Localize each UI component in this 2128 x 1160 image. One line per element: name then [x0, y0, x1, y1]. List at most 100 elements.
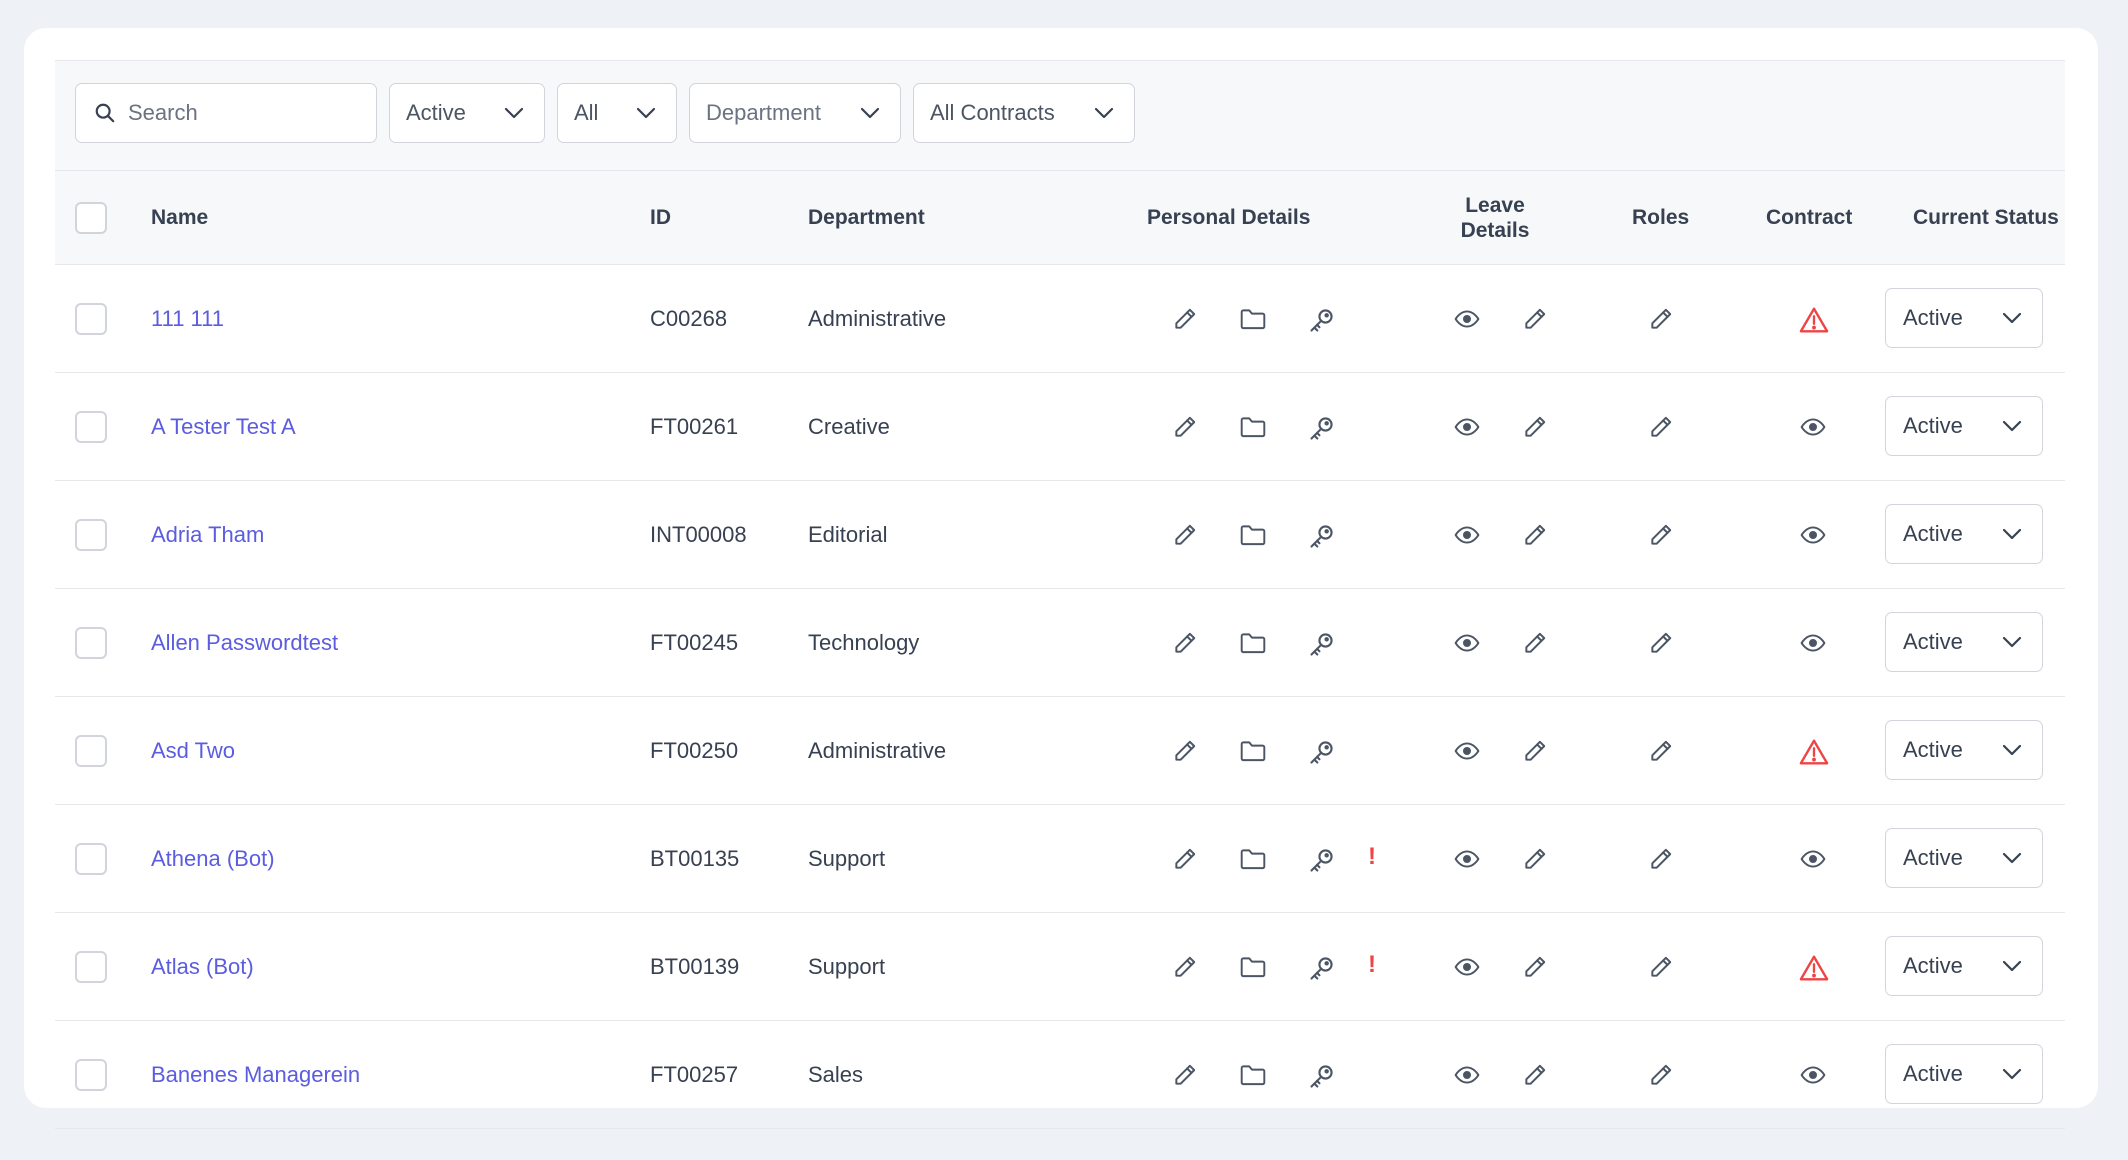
current-status-select[interactable]: Active: [1885, 396, 2043, 456]
view-leave-details-icon[interactable]: [1453, 630, 1480, 656]
view-leave-details-icon[interactable]: [1453, 738, 1480, 764]
current-status-select[interactable]: Active: [1885, 936, 2043, 996]
contract-warning-icon[interactable]: [1799, 954, 1829, 981]
department-filter-select[interactable]: Department: [689, 83, 901, 143]
view-contract-icon[interactable]: [1799, 522, 1826, 548]
contracts-filter-select[interactable]: All Contracts: [913, 83, 1135, 143]
search-icon: [76, 102, 116, 124]
key-icon[interactable]: [1308, 630, 1334, 656]
folder-icon[interactable]: [1239, 522, 1266, 548]
current-status-select[interactable]: Active: [1885, 720, 2043, 780]
status-filter-select[interactable]: Active: [389, 83, 545, 143]
edit-leave-details-icon[interactable]: [1522, 522, 1548, 548]
edit-personal-details-icon[interactable]: [1172, 306, 1198, 332]
employee-name-link[interactable]: A Tester Test A: [151, 373, 296, 481]
edit-roles-icon[interactable]: [1648, 738, 1674, 764]
key-icon[interactable]: [1308, 306, 1334, 332]
row-checkbox[interactable]: [75, 411, 107, 443]
folder-icon[interactable]: [1239, 630, 1266, 656]
edit-leave-details-icon[interactable]: [1522, 306, 1548, 332]
edit-leave-details-icon[interactable]: [1522, 738, 1548, 764]
edit-personal-details-icon[interactable]: [1172, 846, 1198, 872]
edit-leave-details-icon[interactable]: [1522, 414, 1548, 440]
employee-name-link[interactable]: 111 111: [151, 265, 224, 373]
employee-id: C00268: [650, 306, 728, 331]
employee-name-link[interactable]: Adria Tham: [151, 481, 264, 589]
table-row: Adria Tham INT00008 Editorial Active: [55, 481, 2065, 589]
employee-name-link[interactable]: Asd Two: [151, 697, 235, 805]
current-status-select[interactable]: Active: [1885, 612, 2043, 672]
edit-personal-details-icon[interactable]: [1172, 630, 1198, 656]
edit-roles-icon[interactable]: [1648, 306, 1674, 332]
edit-leave-details-icon[interactable]: [1522, 846, 1548, 872]
edit-personal-details-icon[interactable]: [1172, 1062, 1198, 1088]
row-checkbox[interactable]: [75, 627, 107, 659]
edit-personal-details-icon[interactable]: [1172, 522, 1198, 548]
key-icon[interactable]: [1308, 846, 1334, 872]
edit-roles-icon[interactable]: [1648, 846, 1674, 872]
employee-department: Administrative: [808, 738, 947, 763]
row-checkbox[interactable]: [75, 735, 107, 767]
employee-name-link[interactable]: Atlas (Bot): [151, 913, 254, 1021]
search-input[interactable]: Search: [75, 83, 377, 143]
column-header-id[interactable]: ID: [650, 171, 671, 265]
view-contract-icon[interactable]: [1799, 414, 1826, 440]
row-checkbox[interactable]: [75, 951, 107, 983]
current-status-select[interactable]: Active: [1885, 504, 2043, 564]
edit-roles-icon[interactable]: [1648, 1062, 1674, 1088]
column-header-current-status: Current Status: [1913, 206, 2059, 229]
employee-name-link[interactable]: Athena (Bot): [151, 805, 275, 913]
row-checkbox[interactable]: [75, 519, 107, 551]
key-icon[interactable]: [1308, 954, 1334, 980]
edit-roles-icon[interactable]: [1648, 522, 1674, 548]
employee-name-link[interactable]: Allen Passwordtest: [151, 589, 338, 697]
view-leave-details-icon[interactable]: [1453, 306, 1480, 332]
filter-bar: Search Active All Department All Contrac…: [55, 61, 2065, 171]
edit-personal-details-icon[interactable]: [1172, 738, 1198, 764]
select-all-checkbox[interactable]: [75, 202, 107, 234]
current-status-select[interactable]: Active: [1885, 1044, 2043, 1104]
view-contract-icon[interactable]: [1799, 846, 1826, 872]
current-status-select[interactable]: Active: [1885, 288, 2043, 348]
key-icon[interactable]: [1308, 414, 1334, 440]
folder-icon[interactable]: [1239, 954, 1266, 980]
edit-roles-icon[interactable]: [1648, 630, 1674, 656]
column-header-name[interactable]: Name: [151, 171, 208, 265]
view-leave-details-icon[interactable]: [1453, 522, 1480, 548]
row-checkbox[interactable]: [75, 1059, 107, 1091]
current-status-select[interactable]: Active: [1885, 828, 2043, 888]
row-checkbox[interactable]: [75, 303, 107, 335]
view-contract-icon[interactable]: [1799, 1062, 1826, 1088]
row-checkbox[interactable]: [75, 843, 107, 875]
column-header-department[interactable]: Department: [808, 171, 925, 265]
chevron-down-icon: [1982, 1068, 2042, 1080]
edit-leave-details-icon[interactable]: [1522, 954, 1548, 980]
key-icon[interactable]: [1308, 522, 1334, 548]
edit-personal-details-icon[interactable]: [1172, 954, 1198, 980]
edit-leave-details-icon[interactable]: [1522, 1062, 1548, 1088]
view-leave-details-icon[interactable]: [1453, 954, 1480, 980]
employee-name-link[interactable]: Banenes Managerein: [151, 1021, 360, 1129]
contract-warning-icon[interactable]: [1799, 306, 1829, 333]
view-leave-details-icon[interactable]: [1453, 1062, 1480, 1088]
folder-icon[interactable]: [1239, 738, 1266, 764]
type-filter-select[interactable]: All: [557, 83, 677, 143]
edit-leave-details-icon[interactable]: [1522, 630, 1548, 656]
chevron-down-icon: [1074, 107, 1134, 119]
view-leave-details-icon[interactable]: [1453, 846, 1480, 872]
edit-roles-icon[interactable]: [1648, 954, 1674, 980]
folder-icon[interactable]: [1239, 414, 1266, 440]
folder-icon[interactable]: [1239, 306, 1266, 332]
key-icon[interactable]: [1308, 1062, 1334, 1088]
edit-roles-icon[interactable]: [1648, 414, 1674, 440]
table-row: A Tester Test A FT00261 Creative Active: [55, 373, 2065, 481]
key-icon[interactable]: [1308, 738, 1334, 764]
current-status-value: Active: [1903, 305, 1963, 330]
folder-icon[interactable]: [1239, 846, 1266, 872]
view-leave-details-icon[interactable]: [1453, 414, 1480, 440]
contract-warning-icon[interactable]: [1799, 738, 1829, 765]
edit-personal-details-icon[interactable]: [1172, 414, 1198, 440]
folder-icon[interactable]: [1239, 1062, 1266, 1088]
view-contract-icon[interactable]: [1799, 630, 1826, 656]
leave-details-line2: Details: [1460, 219, 1530, 242]
